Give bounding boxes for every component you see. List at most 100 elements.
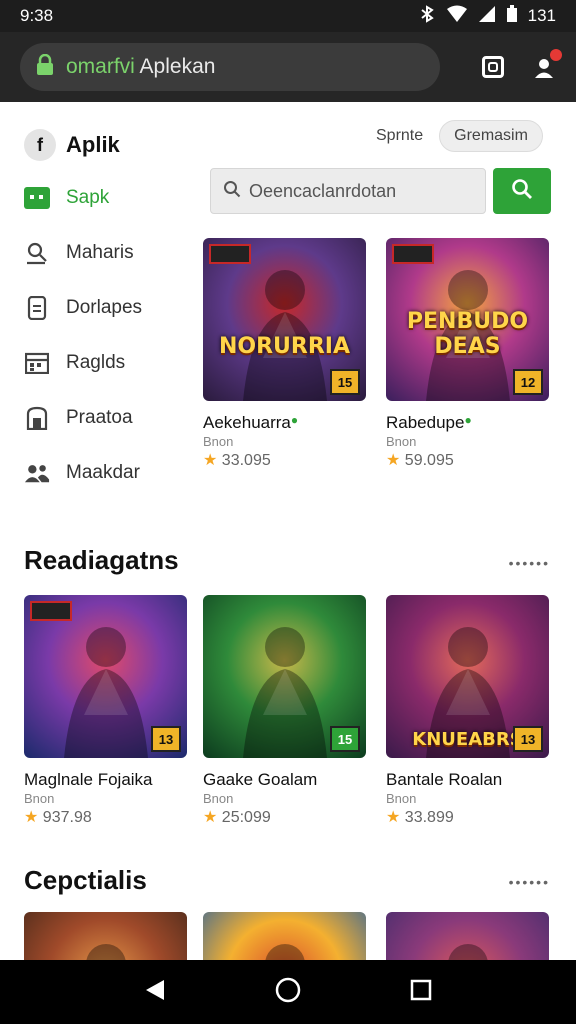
rating-value: 33.899 xyxy=(404,809,454,826)
art-title: NORURRIA xyxy=(218,334,350,359)
search-icon xyxy=(511,178,533,205)
game-title: Gaake Goalam xyxy=(203,770,318,789)
search-button[interactable] xyxy=(493,168,551,214)
brand-logo-icon: f xyxy=(24,129,56,161)
sidebar: f Aplik Sapk Maharis Dorlapes Raglds Pra… xyxy=(0,102,200,532)
age-badge: 13 xyxy=(151,726,181,752)
sidebar-item-5[interactable]: Maakdar xyxy=(0,445,200,500)
game-rating: ★ 25:099 xyxy=(203,807,366,827)
game-title: Maglnale Fojaika xyxy=(24,770,153,789)
sidebar-item-label: Maharis xyxy=(66,241,134,263)
search-input[interactable]: Oeencaclanrdotan xyxy=(210,168,486,214)
star-icon: ★ xyxy=(386,809,401,826)
sort-button[interactable]: Sprnte xyxy=(376,127,423,145)
battery-level: 131 xyxy=(527,6,556,25)
rating-value: 59.095 xyxy=(404,452,454,469)
game-developer: Bnon xyxy=(386,791,417,806)
star-icon: ★ xyxy=(386,452,401,469)
status-icons: 131 xyxy=(418,4,556,28)
sidebar-item-label: Maakdar xyxy=(66,461,140,483)
back-icon[interactable] xyxy=(144,978,166,1007)
game-card[interactable]: 15 Gaake Goalam Bnon ★ 25:099 xyxy=(203,595,366,827)
sidebar-item-1[interactable]: Maharis xyxy=(0,225,200,280)
star-icon: ★ xyxy=(24,809,39,826)
game-rating: ★ 33.095 xyxy=(203,450,366,470)
sidebar-item-label: Sapk xyxy=(66,186,110,208)
game-developer: Bnon xyxy=(203,434,234,449)
sidebar-item-0[interactable]: Sapk xyxy=(0,170,200,225)
account-icon[interactable] xyxy=(532,49,562,79)
star-icon: ★ xyxy=(203,452,218,469)
sidebar-item-label: Praatoa xyxy=(66,406,133,428)
bluetooth-icon xyxy=(418,4,436,28)
game-rating: ★ 59.095 xyxy=(386,450,549,470)
game-art[interactable]: PENBUDO DEAS 12 xyxy=(386,238,549,401)
status-time: 9:38 xyxy=(20,6,54,25)
signal-icon xyxy=(478,5,496,28)
sidebar-item-label: Dorlapes xyxy=(66,296,143,318)
game-card[interactable]: PENBUDO DEAS 12 Rabedupe● Bnon ★ 59.095 xyxy=(386,238,549,470)
section-title: Cepctialis xyxy=(24,865,147,895)
section-title: Readiagatns xyxy=(24,545,179,575)
publisher-tag xyxy=(209,244,251,264)
search-person-icon xyxy=(24,240,50,266)
game-art[interactable]: NORURRIA 15 xyxy=(203,238,366,401)
publisher-tag xyxy=(392,244,434,264)
rating-value: 25:099 xyxy=(221,809,271,826)
url-text: omarfvi Aplekan xyxy=(66,55,215,79)
system-nav-bar xyxy=(0,960,576,1024)
tabs-icon[interactable] xyxy=(482,56,504,78)
sidebar-item-4[interactable]: Praatoa xyxy=(0,390,200,445)
game-art[interactable]: KNUEABRS 13 xyxy=(386,595,549,758)
game-developer: Bnon xyxy=(386,434,417,449)
calendar-icon xyxy=(24,350,50,376)
game-title: Rabedupe xyxy=(386,413,465,432)
bag-icon xyxy=(24,405,50,431)
url-domain: omarfvi xyxy=(66,55,135,78)
sidebar-item-2[interactable]: Dorlapes xyxy=(0,280,200,335)
address-bar[interactable]: omarfvi Aplekan xyxy=(20,43,440,91)
game-rating: ★ 937.98 xyxy=(24,807,187,827)
sidebar-item-label: Raglds xyxy=(66,351,126,373)
search-icon xyxy=(223,180,241,203)
age-badge: 15 xyxy=(330,726,360,752)
game-title: Aekehuarra xyxy=(203,413,291,432)
art-title: PENBUDO DEAS xyxy=(406,309,529,359)
rating-value: 937.98 xyxy=(42,809,92,826)
brand[interactable]: f Aplik xyxy=(0,102,200,170)
people-icon xyxy=(24,460,50,486)
verified-icon: ● xyxy=(464,413,472,427)
search-placeholder: Oeencaclanrdotan xyxy=(249,180,397,201)
lock-icon xyxy=(36,53,54,81)
game-developer: Bnon xyxy=(24,791,55,806)
filter-chip[interactable]: Gremasim xyxy=(439,120,543,152)
browser-bar: omarfvi Aplekan xyxy=(0,32,576,102)
game-developer: Bnon xyxy=(203,791,234,806)
verified-icon: ● xyxy=(290,413,299,427)
game-title-row: Aekehuarra● xyxy=(203,413,366,433)
age-badge: 12 xyxy=(513,369,543,395)
grid-icon xyxy=(24,185,50,211)
wifi-icon xyxy=(446,5,468,28)
game-art[interactable]: 13 xyxy=(24,595,187,758)
game-card[interactable]: KNUEABRS 13 Bantale Roalan Bnon ★ 33.899 xyxy=(386,595,549,827)
game-title-row: Rabedupe● xyxy=(386,413,549,433)
age-badge: 15 xyxy=(330,369,360,395)
game-art[interactable]: 15 xyxy=(203,595,366,758)
star-icon: ★ xyxy=(203,809,218,826)
brand-name: Aplik xyxy=(66,132,120,157)
more-dots-icon[interactable]: •••••• xyxy=(509,874,550,890)
sidebar-item-3[interactable]: Raglds xyxy=(0,335,200,390)
notification-dot xyxy=(550,49,562,61)
rating-value: 33.095 xyxy=(221,452,271,469)
top-controls: Sprnte Gremasim xyxy=(376,120,543,152)
more-dots-icon[interactable]: •••••• xyxy=(509,555,550,571)
game-title: Bantale Roalan xyxy=(386,770,503,789)
publisher-tag xyxy=(30,601,72,621)
game-card[interactable]: NORURRIA 15 Aekehuarra● Bnon ★ 33.095 xyxy=(203,238,366,470)
recents-icon[interactable] xyxy=(410,979,432,1006)
battery-icon xyxy=(506,4,518,28)
game-card[interactable]: 13 Maglnale Fojaika Bnon ★ 937.98 xyxy=(24,595,187,827)
home-icon[interactable] xyxy=(275,977,301,1008)
status-bar: 9:38 131 xyxy=(0,0,576,32)
